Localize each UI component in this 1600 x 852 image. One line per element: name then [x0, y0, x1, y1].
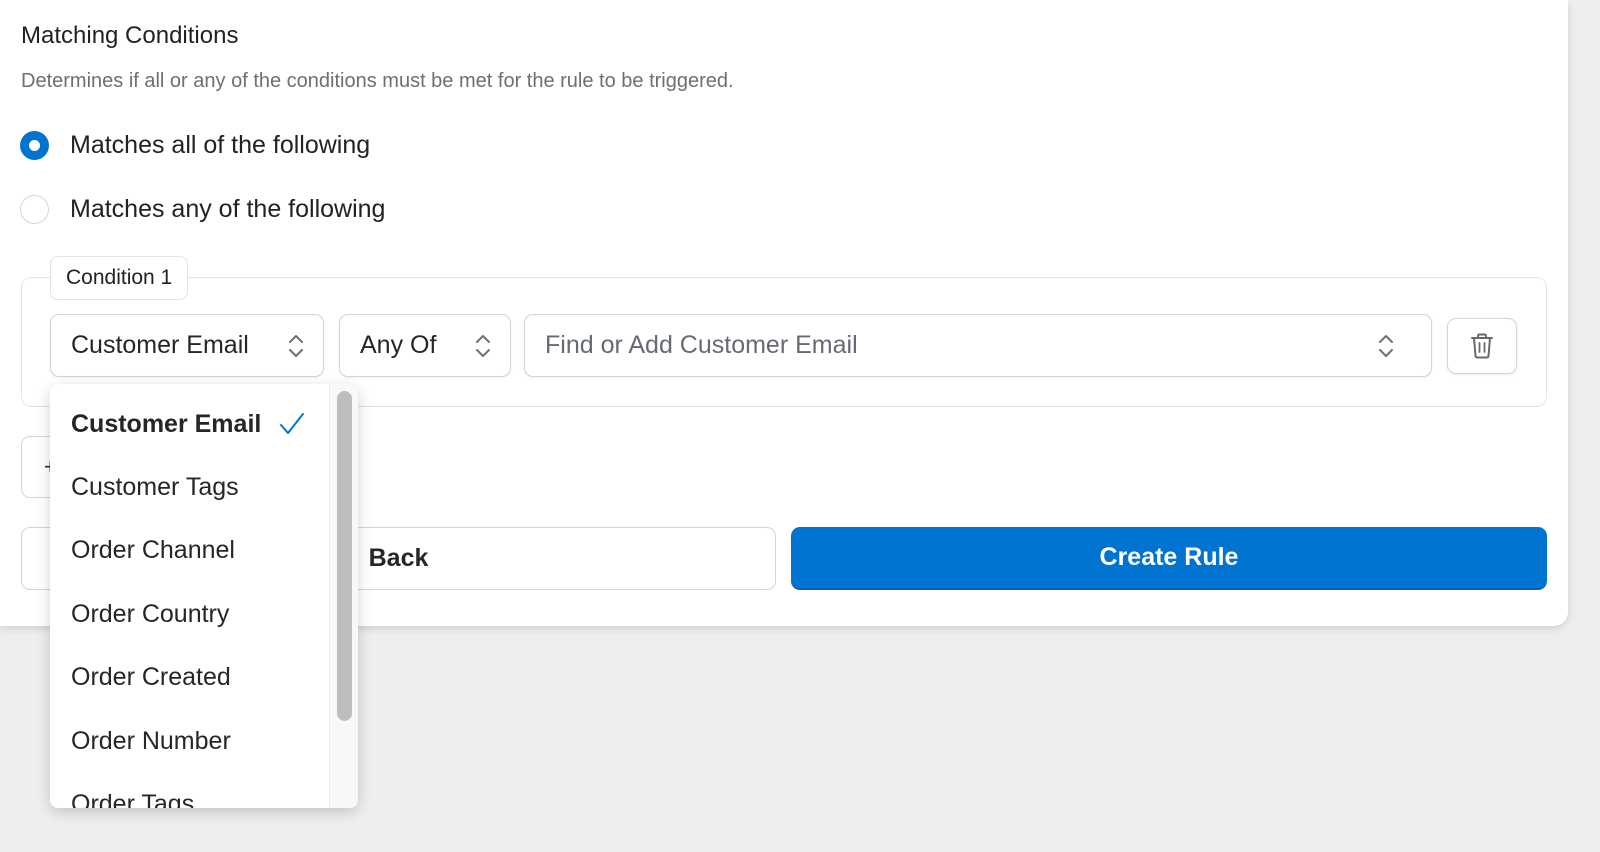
radio-match-any[interactable]: Matches any of the following — [20, 195, 385, 224]
radio-button-unchecked[interactable] — [20, 195, 49, 224]
dropdown-option-order-tags[interactable]: Order Tags — [71, 784, 326, 809]
radio-match-all[interactable]: Matches all of the following — [20, 131, 370, 160]
dropdown-option-order-channel[interactable]: Order Channel — [71, 530, 326, 570]
dropdown-option-order-country[interactable]: Order Country — [71, 594, 326, 634]
condition-field-select[interactable]: Customer Email — [50, 314, 324, 377]
checkmark-icon — [280, 413, 305, 434]
section-description: Determines if all or any of the conditio… — [21, 70, 734, 92]
option-label: Order Country — [71, 599, 230, 628]
option-label: Order Number — [71, 726, 231, 755]
option-label: Order Created — [71, 662, 231, 691]
section-title: Matching Conditions — [21, 22, 239, 49]
dropdown-option-order-number[interactable]: Order Number — [71, 721, 326, 761]
radio-button-checked[interactable] — [20, 131, 49, 160]
dropdown-option-order-created[interactable]: Order Created — [71, 657, 326, 697]
delete-condition-button[interactable] — [1447, 318, 1517, 374]
radio-label: Matches any of the following — [70, 195, 386, 223]
field-dropdown-list: Customer Email Customer Tags Order Chann… — [50, 384, 330, 808]
dropdown-scrollbar-thumb[interactable] — [337, 391, 352, 721]
create-rule-button[interactable]: Create Rule — [791, 527, 1547, 590]
dropdown-option-customer-email[interactable]: Customer Email — [71, 404, 326, 444]
condition-value-combobox[interactable]: Find or Add Customer Email — [524, 314, 1432, 377]
trash-icon — [1471, 333, 1493, 359]
chevron-up-down-icon — [289, 334, 303, 357]
field-select-value: Customer Email — [71, 331, 249, 359]
option-label: Customer Tags — [71, 472, 239, 501]
option-label: Order Channel — [71, 535, 235, 564]
chevron-up-down-icon — [476, 334, 490, 357]
radio-label: Matches all of the following — [70, 131, 371, 159]
condition-operator-select[interactable]: Any Of — [339, 314, 511, 377]
field-dropdown-menu: Customer Email Customer Tags Order Chann… — [50, 384, 358, 808]
value-combobox-placeholder: Find or Add Customer Email — [545, 331, 858, 359]
dropdown-scrollbar[interactable] — [329, 384, 358, 808]
condition-label: Condition 1 — [50, 256, 189, 300]
operator-select-value: Any Of — [360, 331, 437, 359]
option-label: Order Tags — [71, 789, 195, 809]
option-label: Customer Email — [71, 409, 262, 438]
chevron-up-down-icon — [1379, 334, 1393, 357]
dropdown-option-customer-tags[interactable]: Customer Tags — [71, 467, 326, 507]
